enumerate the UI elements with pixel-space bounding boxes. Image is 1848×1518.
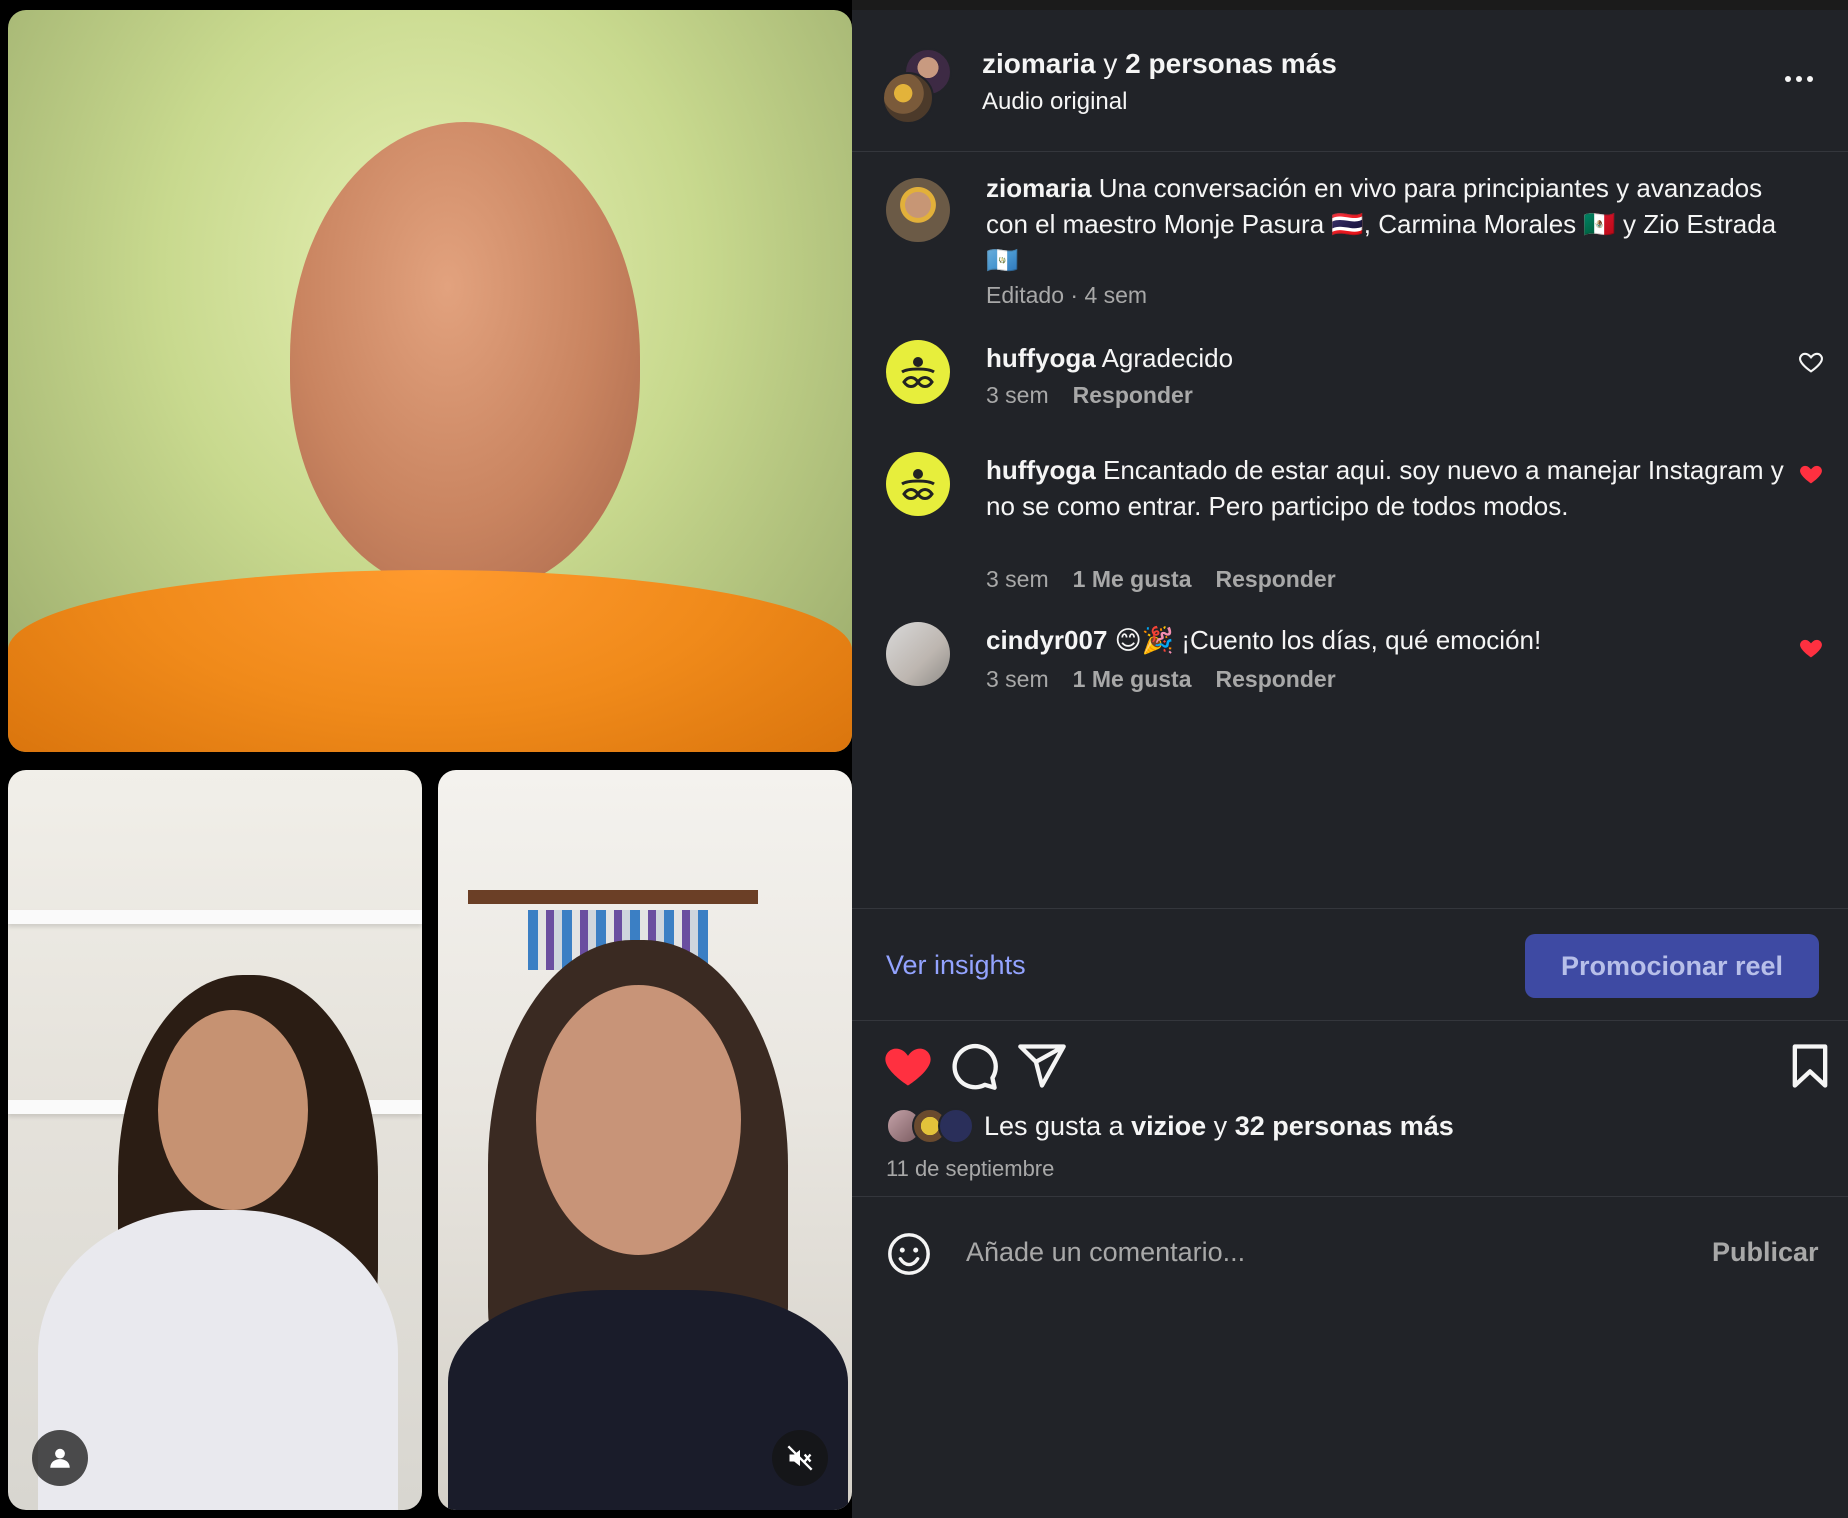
yoga-logo-icon bbox=[901, 469, 935, 500]
authors-conj: y bbox=[1103, 48, 1118, 79]
comment-username[interactable]: huffyoga bbox=[986, 455, 1096, 485]
participant-left bbox=[158, 1010, 308, 1210]
post-authors[interactable]: ziomaria y 2 personas más bbox=[982, 48, 1337, 80]
orange-robe bbox=[8, 570, 852, 752]
publish-button[interactable]: Publicar bbox=[1712, 1237, 1819, 1268]
wall-shelf bbox=[8, 910, 422, 924]
comment-body: Encantado de estar aqui. soy nuevo a man… bbox=[986, 455, 1784, 521]
comment-body: 😊🎉 ¡Cuento los días, qué emoción! bbox=[1114, 625, 1542, 655]
participant-left-body bbox=[38, 1210, 398, 1510]
comment-time: 3 sem bbox=[986, 566, 1049, 592]
likes-count-button[interactable]: 1 Me gusta bbox=[1073, 666, 1192, 693]
likes-rest[interactable]: 32 personas más bbox=[1235, 1111, 1454, 1141]
more-horizontal-icon bbox=[1785, 76, 1791, 82]
comment-text: huffyoga Agradecido bbox=[986, 340, 1806, 376]
reel-video[interactable] bbox=[0, 0, 852, 1518]
edited-time: Editado · 4 sem bbox=[986, 282, 1148, 308]
video-tile-monk bbox=[8, 10, 852, 752]
likes-prefix: Les gusta a bbox=[984, 1110, 1124, 1141]
avatar bbox=[938, 1108, 974, 1144]
smiley-icon[interactable] bbox=[886, 1231, 932, 1277]
comment-username[interactable]: cindyr007 bbox=[986, 625, 1107, 655]
speaker-muted-icon bbox=[787, 1445, 813, 1471]
avatar[interactable] bbox=[886, 622, 950, 686]
bookmark-icon[interactable] bbox=[1784, 1040, 1836, 1092]
more-dot bbox=[1807, 76, 1813, 82]
participant-monk bbox=[290, 122, 640, 592]
likes-text: Les gusta a vizioe y 32 personas más bbox=[984, 1111, 1454, 1142]
paper-plane-icon[interactable] bbox=[1016, 1040, 1068, 1092]
likes-count-button[interactable]: 1 Me gusta bbox=[1073, 566, 1192, 593]
divider bbox=[852, 908, 1848, 909]
avatar[interactable] bbox=[886, 452, 950, 516]
comment-bubble-icon[interactable] bbox=[948, 1040, 1000, 1092]
heart-outline-icon[interactable] bbox=[1797, 348, 1825, 376]
participant-right bbox=[536, 985, 741, 1255]
heart-filled-icon[interactable] bbox=[1797, 460, 1825, 488]
comment-username[interactable]: huffyoga bbox=[986, 343, 1096, 373]
caption-body: Una conversación en vivo para principian… bbox=[986, 173, 1777, 275]
author-username[interactable]: ziomaria bbox=[982, 48, 1096, 79]
comment-text: huffyoga Encantado de estar aqui. soy nu… bbox=[986, 452, 1806, 524]
promote-reel-button[interactable]: Promocionar reel bbox=[1525, 934, 1819, 998]
reply-button[interactable]: Responder bbox=[1216, 666, 1336, 693]
post-date[interactable]: 11 de septiembre bbox=[886, 1156, 1054, 1182]
likes-user[interactable]: vizioe bbox=[1131, 1111, 1206, 1141]
video-tile-right bbox=[438, 770, 852, 1510]
person-icon bbox=[50, 1448, 70, 1468]
heart-filled-icon[interactable] bbox=[882, 1040, 934, 1092]
comment-meta: 3 sem Responder bbox=[986, 382, 1193, 409]
comment-meta: 3 sem 1 Me gusta Responder bbox=[986, 666, 1336, 693]
reply-button[interactable]: Responder bbox=[1216, 566, 1336, 593]
caption-username[interactable]: ziomaria bbox=[986, 173, 1092, 203]
more-dot bbox=[1796, 76, 1802, 82]
video-tile-left bbox=[8, 770, 422, 1510]
mute-button[interactable] bbox=[772, 1430, 828, 1486]
comment-time: 3 sem bbox=[986, 666, 1049, 692]
profile-tags-button[interactable] bbox=[32, 1430, 88, 1486]
avatar[interactable] bbox=[886, 340, 950, 404]
more-options-button[interactable] bbox=[1774, 64, 1824, 94]
comment-composer: Publicar bbox=[852, 1196, 1848, 1308]
divider bbox=[852, 1020, 1848, 1021]
avatar[interactable] bbox=[886, 178, 950, 242]
caption-text: ziomaria Una conversación en vivo para p… bbox=[986, 170, 1806, 278]
audio-label[interactable]: Audio original bbox=[982, 88, 1127, 116]
post-header: ziomaria y 2 personas más Audio original bbox=[852, 10, 1848, 152]
authors-others[interactable]: 2 personas más bbox=[1125, 48, 1337, 79]
comment-meta: 3 sem 1 Me gusta Responder bbox=[986, 566, 1336, 593]
yoga-logo-icon bbox=[901, 357, 935, 388]
comment-body: Agradecido bbox=[1101, 343, 1234, 373]
post-panel: ziomaria y 2 personas más Audio original… bbox=[852, 10, 1848, 1518]
caption-meta: Editado · 4 sem bbox=[986, 282, 1147, 309]
avatar bbox=[882, 72, 934, 124]
likes-conj: y bbox=[1213, 1110, 1228, 1141]
likes-summary[interactable]: Les gusta a vizioe y 32 personas más bbox=[886, 1106, 1454, 1146]
comment-time: 3 sem bbox=[986, 382, 1049, 408]
comment-text: cindyr007 😊🎉 ¡Cuento los días, qué emoci… bbox=[986, 622, 1806, 658]
reply-button[interactable]: Responder bbox=[1073, 382, 1193, 409]
heart-filled-icon[interactable] bbox=[1797, 634, 1825, 662]
comment-input[interactable] bbox=[966, 1227, 1566, 1277]
view-insights-link[interactable]: Ver insights bbox=[886, 950, 1026, 981]
bookshelf bbox=[468, 890, 758, 904]
author-avatars[interactable] bbox=[882, 48, 956, 124]
